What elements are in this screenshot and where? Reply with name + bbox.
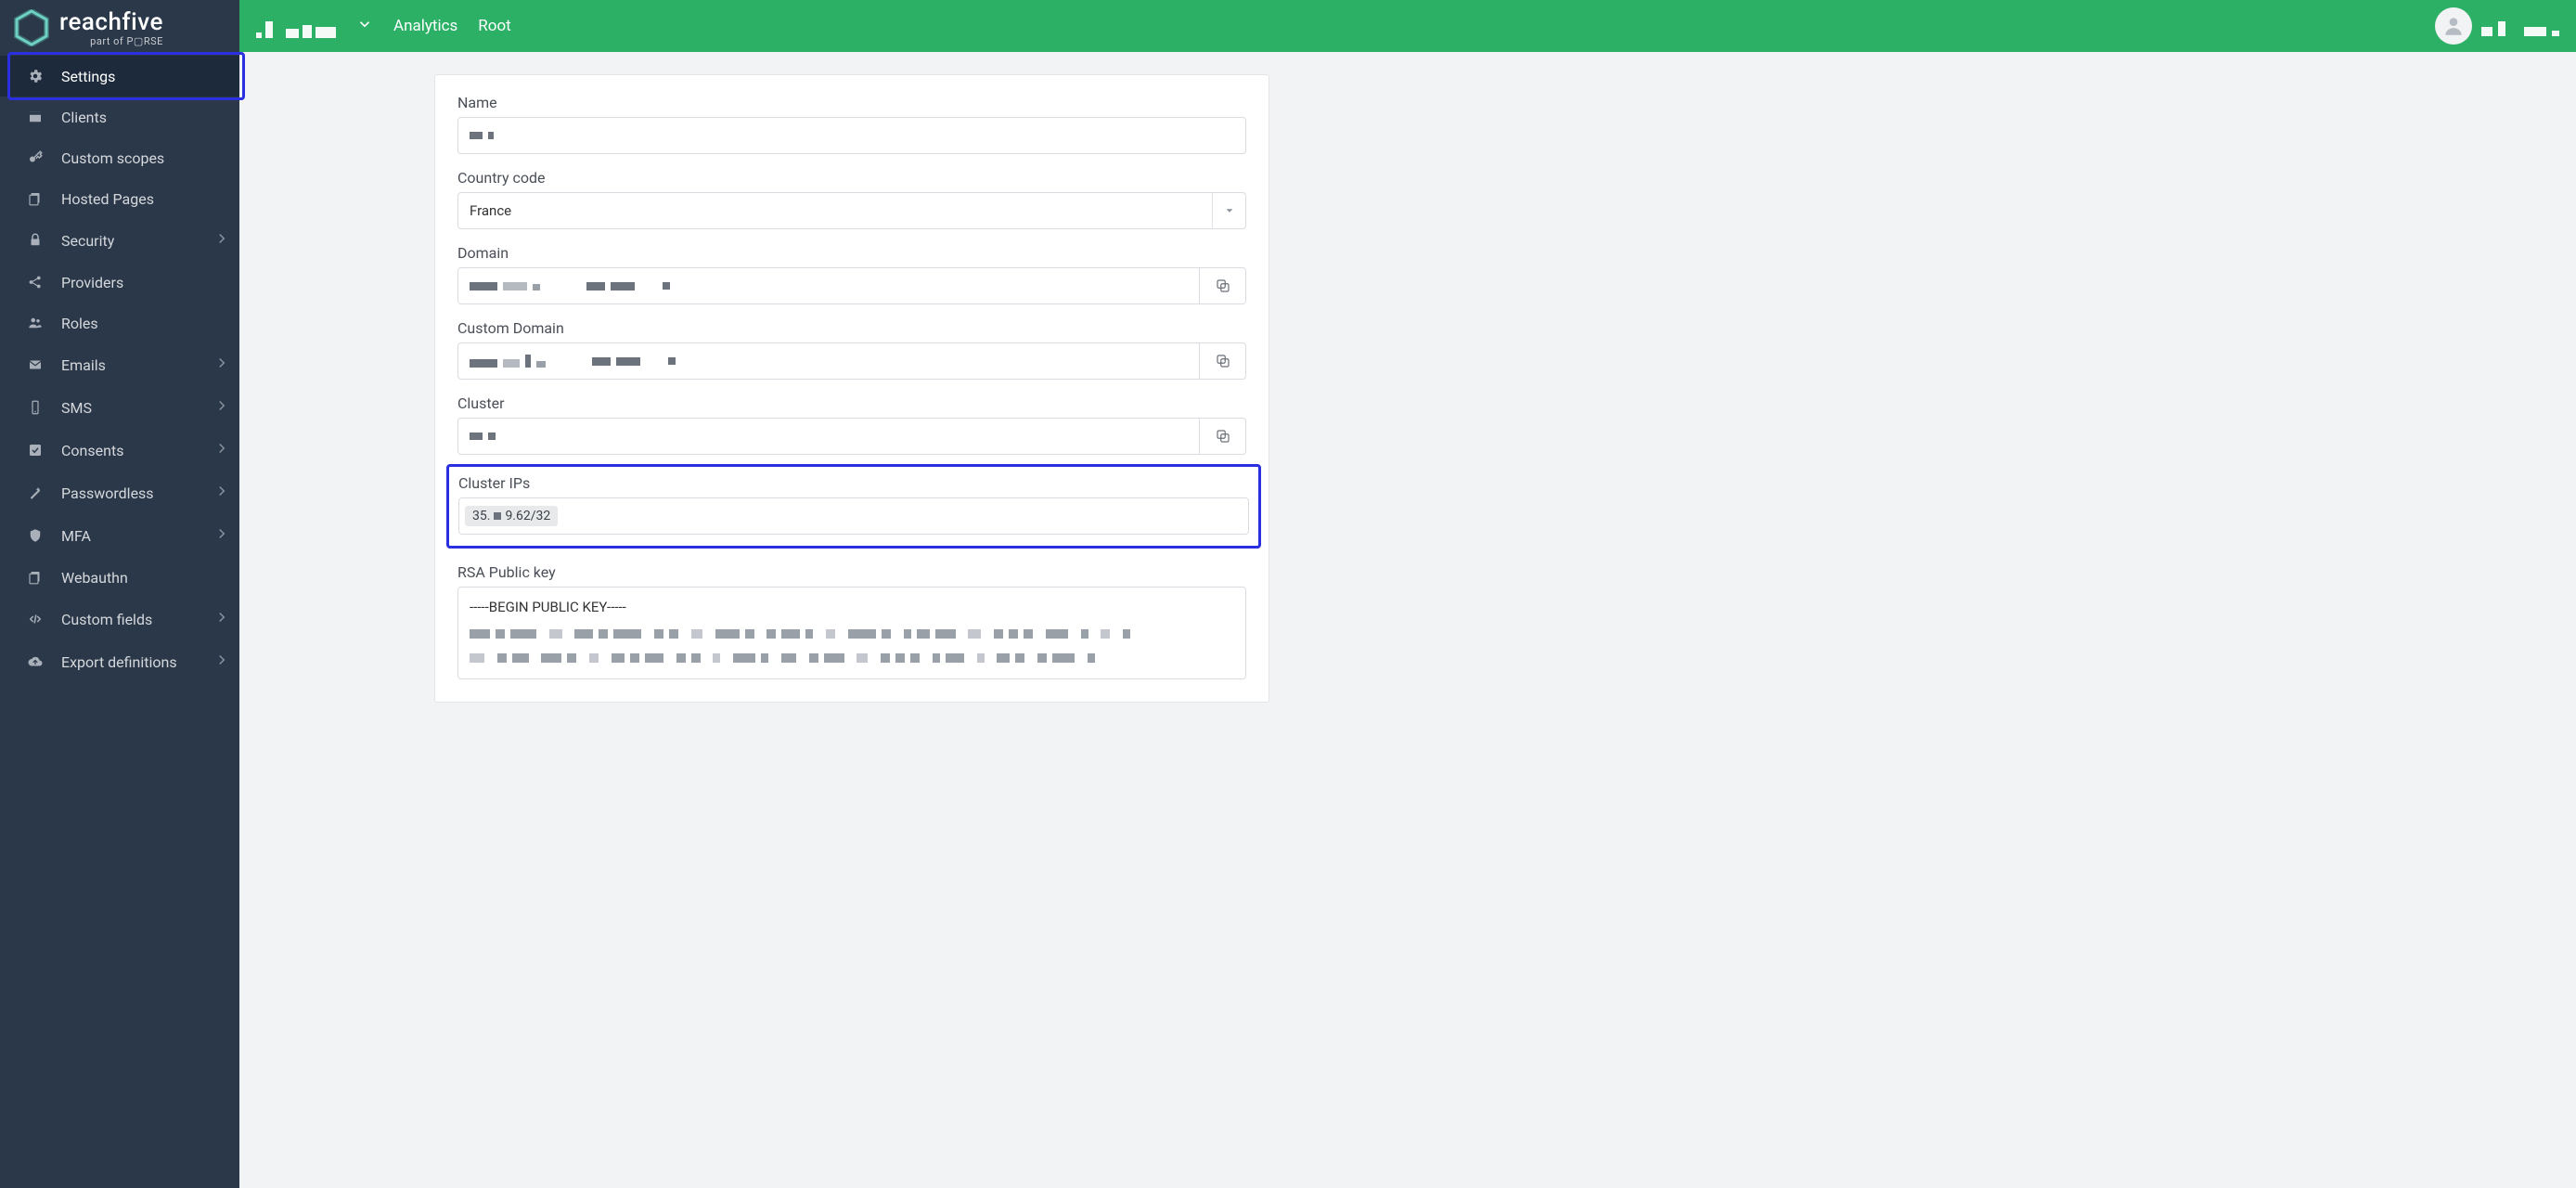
brand-logo-block: reachfive part of P▢RSE xyxy=(0,0,239,56)
sidebar-item-mfa[interactable]: MFA xyxy=(0,514,239,557)
gear-icon xyxy=(26,67,45,85)
chevron-right-icon xyxy=(213,355,223,375)
copy-domain-button[interactable] xyxy=(1200,267,1246,304)
topnav-analytics[interactable]: Analytics xyxy=(393,17,457,35)
chevron-right-icon xyxy=(213,230,223,251)
sidebar-label-emails: Emails xyxy=(61,356,197,374)
chevron-right-icon xyxy=(213,525,223,546)
textarea-rsa[interactable]: -----BEGIN PUBLIC KEY----- xyxy=(457,587,1246,679)
wand-icon xyxy=(26,484,45,502)
chevron-right-icon xyxy=(213,440,223,460)
input-cluster[interactable] xyxy=(457,418,1200,455)
lock-icon xyxy=(26,231,45,250)
account-selector-redacted[interactable] xyxy=(256,14,336,38)
check-square-icon xyxy=(26,441,45,459)
code-icon xyxy=(26,610,45,628)
sidebar-item-export-definitions[interactable]: Export definitions xyxy=(0,640,239,683)
sidebar-item-custom-fields[interactable]: Custom fields xyxy=(0,598,239,640)
sidebar-item-hosted-pages[interactable]: Hosted Pages xyxy=(0,178,239,219)
sidebar-label-clients: Clients xyxy=(61,109,223,126)
label-custom-domain: Custom Domain xyxy=(457,319,1246,337)
sidebar-label-providers: Providers xyxy=(61,274,223,291)
sidebar-item-security[interactable]: Security xyxy=(0,219,239,262)
chevron-down-icon[interactable] xyxy=(356,16,373,36)
phone-icon xyxy=(26,398,45,417)
sidebar-label-roles: Roles xyxy=(61,315,223,332)
sidebar-label-consents: Consents xyxy=(61,442,197,459)
label-cluster-ips: Cluster IPs xyxy=(458,474,1249,492)
input-custom-domain[interactable] xyxy=(457,342,1200,380)
pages-icon xyxy=(26,568,45,587)
input-name[interactable] xyxy=(457,117,1246,154)
content-scroll: Name Country code France Domain xyxy=(239,52,2576,1188)
sidebar-label-passwordless: Passwordless xyxy=(61,484,197,502)
sidebar-label-export-definitions: Export definitions xyxy=(61,653,197,671)
select-country[interactable]: France xyxy=(457,192,1246,229)
rsa-begin-line: -----BEGIN PUBLIC KEY----- xyxy=(470,597,1234,618)
label-country: Country code xyxy=(457,169,1246,187)
main-area: Analytics Root Name Country code xyxy=(239,0,2576,1188)
copy-custom-domain-button[interactable] xyxy=(1200,342,1246,380)
chevron-right-icon xyxy=(213,397,223,418)
chevron-down-icon xyxy=(1212,193,1245,228)
input-cluster-ips[interactable]: 35.9.62/32 xyxy=(458,497,1249,535)
topbar: Analytics Root xyxy=(239,0,2576,52)
share-icon xyxy=(26,273,45,291)
sidebar-item-custom-scopes[interactable]: Custom scopes xyxy=(0,137,239,178)
sidebar-label-mfa: MFA xyxy=(61,527,197,545)
shield-icon xyxy=(26,526,45,545)
cluster-ips-section-highlight: Cluster IPs 35.9.62/32 xyxy=(446,464,1261,549)
label-rsa: RSA Public key xyxy=(457,563,1246,581)
cluster-ip-tag[interactable]: 35.9.62/32 xyxy=(465,506,558,526)
sidebar-item-emails[interactable]: Emails xyxy=(0,343,239,386)
sidebar-label-custom-scopes: Custom scopes xyxy=(61,149,223,167)
sidebar-label-hosted-pages: Hosted Pages xyxy=(61,190,223,208)
user-avatar[interactable] xyxy=(2435,7,2472,45)
brand-tagline: part of P▢RSE xyxy=(59,36,163,46)
settings-card: Name Country code France Domain xyxy=(434,74,1269,703)
chevron-right-icon xyxy=(213,483,223,503)
select-country-value: France xyxy=(470,202,511,219)
sidebar-label-settings: Settings xyxy=(61,68,223,85)
pages-icon xyxy=(26,189,45,208)
sidebar-label-webauthn: Webauthn xyxy=(61,569,223,587)
sidebar-item-passwordless[interactable]: Passwordless xyxy=(0,471,239,514)
brand-logo-icon xyxy=(13,9,50,46)
sidebar: reachfive part of P▢RSE Settings Clients… xyxy=(0,0,239,1188)
label-domain: Domain xyxy=(457,244,1246,262)
topnav-root[interactable]: Root xyxy=(478,17,510,35)
clients-icon xyxy=(26,108,45,126)
brand-name: reachfive xyxy=(59,10,163,34)
sidebar-label-custom-fields: Custom fields xyxy=(61,611,197,628)
sidebar-item-webauthn[interactable]: Webauthn xyxy=(0,557,239,598)
sidebar-item-settings[interactable]: Settings xyxy=(0,56,239,97)
sidebar-item-sms[interactable]: SMS xyxy=(0,386,239,429)
sidebar-item-clients[interactable]: Clients xyxy=(0,97,239,137)
sidebar-item-roles[interactable]: Roles xyxy=(0,303,239,343)
cloud-upload-icon xyxy=(26,652,45,671)
label-cluster: Cluster xyxy=(457,394,1246,412)
user-menu-redacted[interactable] xyxy=(2481,16,2559,36)
chevron-right-icon xyxy=(213,652,223,672)
sidebar-item-consents[interactable]: Consents xyxy=(0,429,239,471)
sidebar-item-providers[interactable]: Providers xyxy=(0,262,239,303)
sidebar-nav: Settings Clients Custom scopes Hosted Pa… xyxy=(0,56,239,683)
chevron-right-icon xyxy=(213,609,223,629)
users-icon xyxy=(26,314,45,332)
copy-cluster-button[interactable] xyxy=(1200,418,1246,455)
input-domain[interactable] xyxy=(457,267,1200,304)
sidebar-label-security: Security xyxy=(61,232,197,250)
label-name: Name xyxy=(457,94,1246,111)
key-icon xyxy=(26,148,45,167)
sidebar-label-sms: SMS xyxy=(61,399,197,417)
envelope-icon xyxy=(26,355,45,374)
